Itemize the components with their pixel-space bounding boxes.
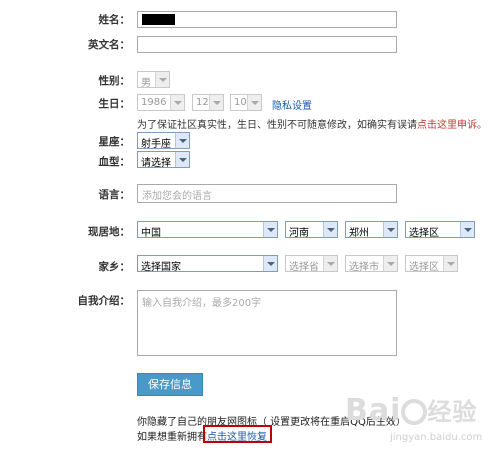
- residence-district-value: 选择区: [409, 228, 439, 238]
- english-name-input[interactable]: [137, 36, 397, 53]
- chevron-down-icon: [323, 256, 337, 271]
- constellation-select[interactable]: 射手座: [137, 132, 190, 149]
- birth-day-value: 10: [234, 97, 247, 108]
- residence-country-value: 中国: [141, 228, 161, 238]
- residence-district-select[interactable]: 选择区: [405, 221, 475, 238]
- constellation-label: 星座：: [98, 136, 131, 148]
- birth-month-value: 12: [196, 97, 209, 108]
- paw-icon: [401, 398, 428, 425]
- chevron-down-icon: [263, 222, 277, 237]
- residence-province-select[interactable]: 河南: [285, 221, 338, 238]
- hometown-province-value: 选择省: [289, 262, 319, 272]
- name-redaction: [142, 14, 175, 25]
- highlight-box: [203, 425, 272, 443]
- chevron-down-icon: [263, 256, 277, 271]
- gender-value: 男: [141, 78, 151, 88]
- hometown-province-select[interactable]: 选择省: [285, 255, 338, 272]
- chevron-down-icon: [383, 256, 397, 271]
- hometown-city-value: 选择市: [349, 262, 379, 272]
- name-label: 姓名：: [98, 14, 131, 26]
- restore-note-text: 如果想重新拥有: [137, 432, 207, 443]
- residence-label: 现居地：: [88, 226, 130, 238]
- hometown-label: 家乡：: [98, 261, 131, 273]
- hometown-district-select[interactable]: 选择区: [405, 255, 458, 272]
- chevron-down-icon: [170, 95, 184, 110]
- residence-province-value: 河南: [289, 228, 309, 238]
- name-input[interactable]: [137, 11, 397, 28]
- blood-type-label: 血型：: [98, 156, 131, 168]
- chevron-down-icon: [209, 95, 223, 110]
- gender-select[interactable]: 男: [137, 71, 170, 88]
- watermark-cn: 经验: [427, 398, 478, 426]
- gender-label: 性别：: [98, 75, 131, 87]
- hometown-city-select[interactable]: 选择市: [345, 255, 398, 272]
- chevron-down-icon: [155, 72, 169, 87]
- baidu-watermark-logo: Bai 经验: [345, 392, 477, 428]
- hometown-district-value: 选择区: [409, 262, 439, 272]
- chevron-down-icon: [175, 133, 189, 148]
- english-name-label: 英文名：: [88, 39, 130, 51]
- birth-year-select[interactable]: 1986: [137, 94, 185, 111]
- watermark-url: jingyan.baidu.com: [390, 432, 483, 443]
- language-input[interactable]: 添加您会的语言: [137, 184, 397, 203]
- chevron-down-icon: [323, 222, 337, 237]
- hometown-country-value: 选择国家: [141, 262, 181, 272]
- chevron-down-icon: [247, 95, 261, 110]
- appeal-link[interactable]: 点击这里申诉。: [417, 120, 487, 131]
- intro-label: 自我介绍：: [77, 295, 131, 307]
- privacy-settings-link[interactable]: 隐私设置: [272, 97, 312, 112]
- birth-month-select[interactable]: 12: [192, 94, 224, 111]
- blood-type-select[interactable]: 请选择: [137, 151, 190, 168]
- birth-year-value: 1986: [141, 97, 167, 108]
- watermark-brand: Bai: [345, 393, 402, 428]
- chevron-down-icon: [460, 222, 474, 237]
- hometown-country-select[interactable]: 选择国家: [137, 255, 278, 272]
- residence-city-select[interactable]: 郑州: [345, 221, 398, 238]
- residence-country-select[interactable]: 中国: [137, 221, 278, 238]
- save-button[interactable]: 保存信息: [137, 373, 203, 396]
- intro-textarea[interactable]: 输入自我介绍，最多200字: [137, 290, 397, 356]
- language-label: 语言：: [98, 189, 131, 201]
- chevron-down-icon: [383, 222, 397, 237]
- birth-day-select[interactable]: 10: [230, 94, 262, 111]
- birthday-label: 生日：: [98, 98, 131, 110]
- chevron-down-icon: [175, 152, 189, 167]
- constellation-value: 射手座: [141, 139, 171, 149]
- chevron-down-icon: [443, 256, 457, 271]
- birthday-note: 为了保证社区真实性，生日、性别不可随意修改，如确实有误请点击这里申诉。: [137, 116, 487, 131]
- residence-city-value: 郑州: [349, 228, 369, 238]
- blood-type-value: 请选择: [141, 158, 171, 168]
- birthday-note-text: 为了保证社区真实性，生日、性别不可随意修改，如确实有误请: [137, 120, 417, 131]
